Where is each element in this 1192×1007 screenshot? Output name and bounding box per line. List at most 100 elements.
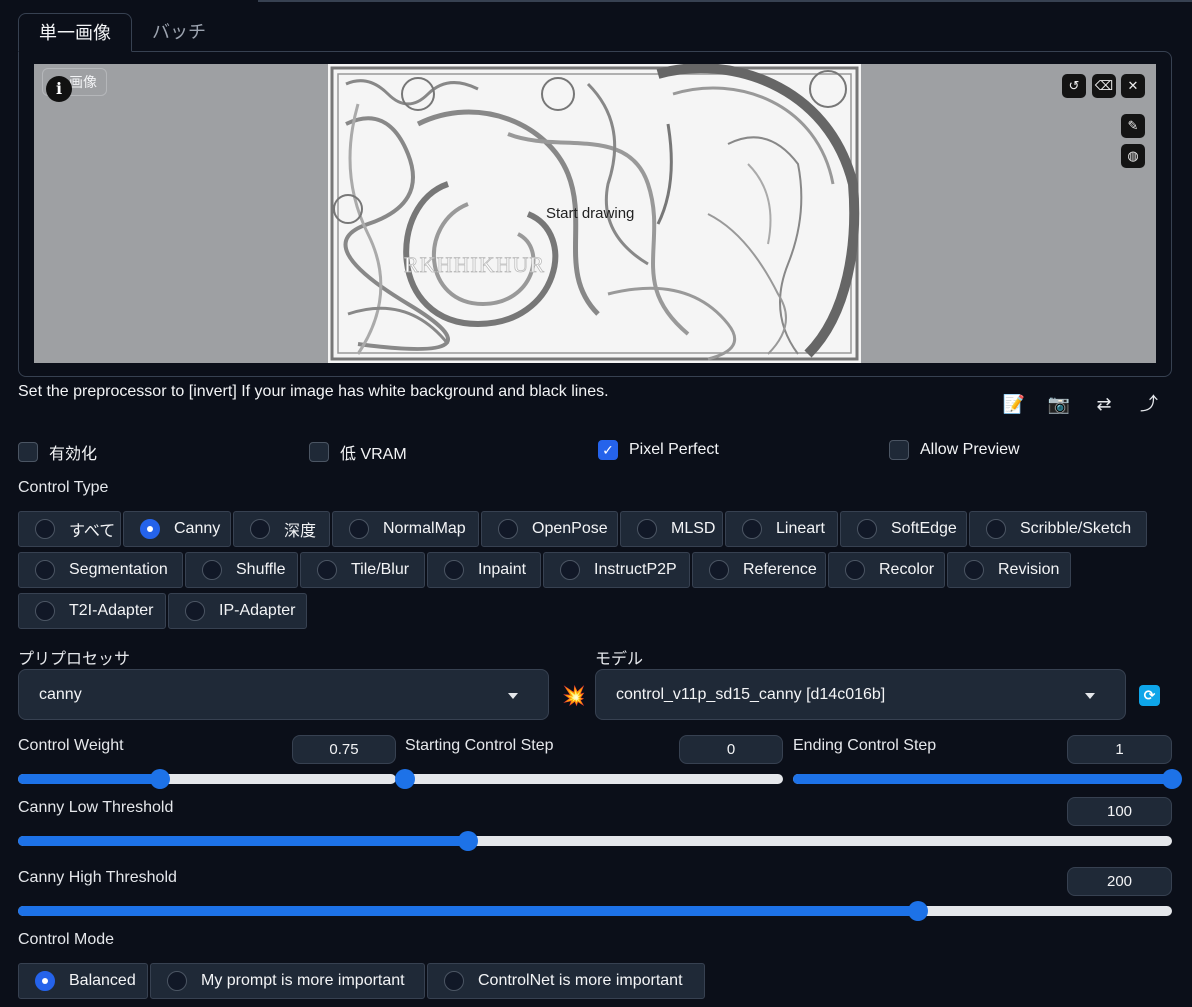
model-value: control_v11p_sd15_canny [d14c016b]: [616, 686, 886, 703]
canny-high-label: Canny High Threshold: [18, 869, 177, 886]
control-type-option[interactable]: Lineart: [725, 511, 838, 547]
send-dimensions-icon[interactable]: ⤴: [1137, 392, 1161, 416]
eraser-icon[interactable]: ⌫: [1092, 74, 1116, 98]
allow-preview-checkbox[interactable]: Allow Preview: [889, 440, 1020, 460]
control-type-option[interactable]: IP-Adapter: [168, 593, 307, 629]
slider-thumb[interactable]: [908, 901, 929, 921]
radio-dot[interactable]: [185, 601, 205, 621]
control-type-option[interactable]: Scribble/Sketch: [969, 511, 1147, 547]
control-weight-label: Control Weight: [18, 737, 124, 754]
image-canvas[interactable]: 画像 i RKHHIKHUR Start drawing ↺ ⌫ ✕ ✎ ◍: [34, 64, 1156, 363]
radio-dot[interactable]: [964, 560, 984, 580]
control-type-option[interactable]: NormalMap: [332, 511, 479, 547]
option-label: Revision: [998, 561, 1060, 578]
slider-thumb[interactable]: [395, 769, 415, 789]
preprocessor-select[interactable]: canny: [18, 669, 549, 720]
checkbox-box[interactable]: [889, 440, 909, 460]
control-type-option[interactable]: MLSD: [620, 511, 723, 547]
canny-high-slider[interactable]: [18, 901, 1172, 921]
control-mode-option[interactable]: My prompt is more important: [150, 963, 425, 999]
run-preprocessor-icon[interactable]: 💥: [562, 684, 586, 708]
canny-high-input[interactable]: 200: [1067, 867, 1172, 896]
control-type-option[interactable]: Revision: [947, 552, 1071, 588]
radio-dot-selected[interactable]: [35, 971, 55, 991]
control-type-option[interactable]: すべて: [18, 511, 121, 547]
radio-dot[interactable]: [167, 971, 187, 991]
control-type-option[interactable]: T2I-Adapter: [18, 593, 166, 629]
control-type-option[interactable]: 深度: [233, 511, 330, 547]
tab-batch[interactable]: バッチ: [132, 13, 226, 52]
palette-icon[interactable]: ◍: [1121, 144, 1145, 168]
radio-dot[interactable]: [637, 519, 657, 539]
control-weight-input[interactable]: 0.75: [292, 735, 396, 764]
canvas-placeholder: Start drawing: [546, 205, 635, 222]
enable-checkbox[interactable]: 有効化: [18, 440, 97, 464]
option-label: MLSD: [671, 520, 716, 537]
radio-dot[interactable]: [709, 560, 729, 580]
radio-dot[interactable]: [35, 601, 55, 621]
control-type-option[interactable]: SoftEdge: [840, 511, 967, 547]
canny-low-input[interactable]: 100: [1067, 797, 1172, 826]
canny-low-slider[interactable]: [18, 831, 1172, 851]
tab-single-image[interactable]: 単一画像: [18, 13, 132, 52]
radio-dot[interactable]: [560, 560, 580, 580]
control-type-option[interactable]: Inpaint: [427, 552, 541, 588]
radio-dot-selected[interactable]: [140, 519, 160, 539]
model-select[interactable]: control_v11p_sd15_canny [d14c016b]: [595, 669, 1126, 720]
control-type-option[interactable]: Tile/Blur: [300, 552, 425, 588]
pixel-perfect-checkbox[interactable]: ✓ Pixel Perfect: [598, 440, 719, 460]
radio-dot[interactable]: [444, 971, 464, 991]
undo-icon[interactable]: ↺: [1062, 74, 1086, 98]
radio-dot[interactable]: [349, 519, 369, 539]
option-label: Canny: [174, 520, 221, 537]
checkbox-label: Allow Preview: [920, 441, 1020, 458]
control-type-option[interactable]: Reference: [692, 552, 826, 588]
slider-thumb[interactable]: [458, 831, 479, 851]
preprocessor-value: canny: [39, 686, 82, 703]
control-type-option[interactable]: Shuffle: [185, 552, 298, 588]
control-mode-option[interactable]: ControlNet is more important: [427, 963, 705, 999]
starting-step-slider[interactable]: [395, 769, 783, 789]
camera-icon[interactable]: 📷: [1047, 392, 1071, 416]
option-label: 深度: [284, 523, 317, 540]
slider-thumb[interactable]: [149, 769, 170, 789]
edit-note-icon[interactable]: 📝: [1002, 392, 1026, 416]
option-label: ControlNet is more important: [478, 972, 683, 989]
radio-dot[interactable]: [202, 560, 222, 580]
checkbox-box[interactable]: [309, 442, 329, 462]
slider-thumb[interactable]: [1162, 769, 1182, 789]
radio-dot[interactable]: [317, 560, 337, 580]
info-icon[interactable]: i: [46, 76, 72, 102]
option-label: InstructP2P: [594, 561, 677, 578]
brush-icon[interactable]: ✎: [1121, 114, 1145, 138]
low-vram-checkbox[interactable]: 低 VRAM: [309, 440, 407, 464]
control-type-option[interactable]: Canny: [123, 511, 231, 547]
option-label: Inpaint: [478, 561, 527, 578]
checkbox-box[interactable]: [18, 442, 38, 462]
refresh-models-icon[interactable]: ⟳: [1139, 685, 1160, 706]
ending-step-input[interactable]: 1: [1067, 735, 1172, 764]
close-icon[interactable]: ✕: [1121, 74, 1145, 98]
control-type-option[interactable]: Segmentation: [18, 552, 183, 588]
starting-step-input[interactable]: 0: [679, 735, 783, 764]
checkbox-box-checked[interactable]: ✓: [598, 440, 618, 460]
control-weight-slider[interactable]: [18, 769, 396, 789]
ending-step-slider[interactable]: [793, 769, 1182, 789]
control-type-option[interactable]: Recolor: [828, 552, 945, 588]
radio-dot[interactable]: [845, 560, 865, 580]
radio-dot[interactable]: [250, 519, 270, 539]
control-type-option[interactable]: InstructP2P: [543, 552, 690, 588]
radio-dot[interactable]: [35, 560, 55, 580]
radio-dot[interactable]: [498, 519, 518, 539]
control-type-option[interactable]: OpenPose: [481, 511, 618, 547]
model-label: モデル: [595, 651, 644, 668]
option-label: NormalMap: [383, 520, 466, 537]
slider-fill: [793, 774, 1172, 784]
radio-dot[interactable]: [444, 560, 464, 580]
control-mode-option[interactable]: Balanced: [18, 963, 148, 999]
radio-dot[interactable]: [742, 519, 762, 539]
radio-dot[interactable]: [857, 519, 877, 539]
radio-dot[interactable]: [986, 519, 1006, 539]
swap-arrows-icon[interactable]: ⇄: [1092, 392, 1116, 416]
radio-dot[interactable]: [35, 519, 55, 539]
